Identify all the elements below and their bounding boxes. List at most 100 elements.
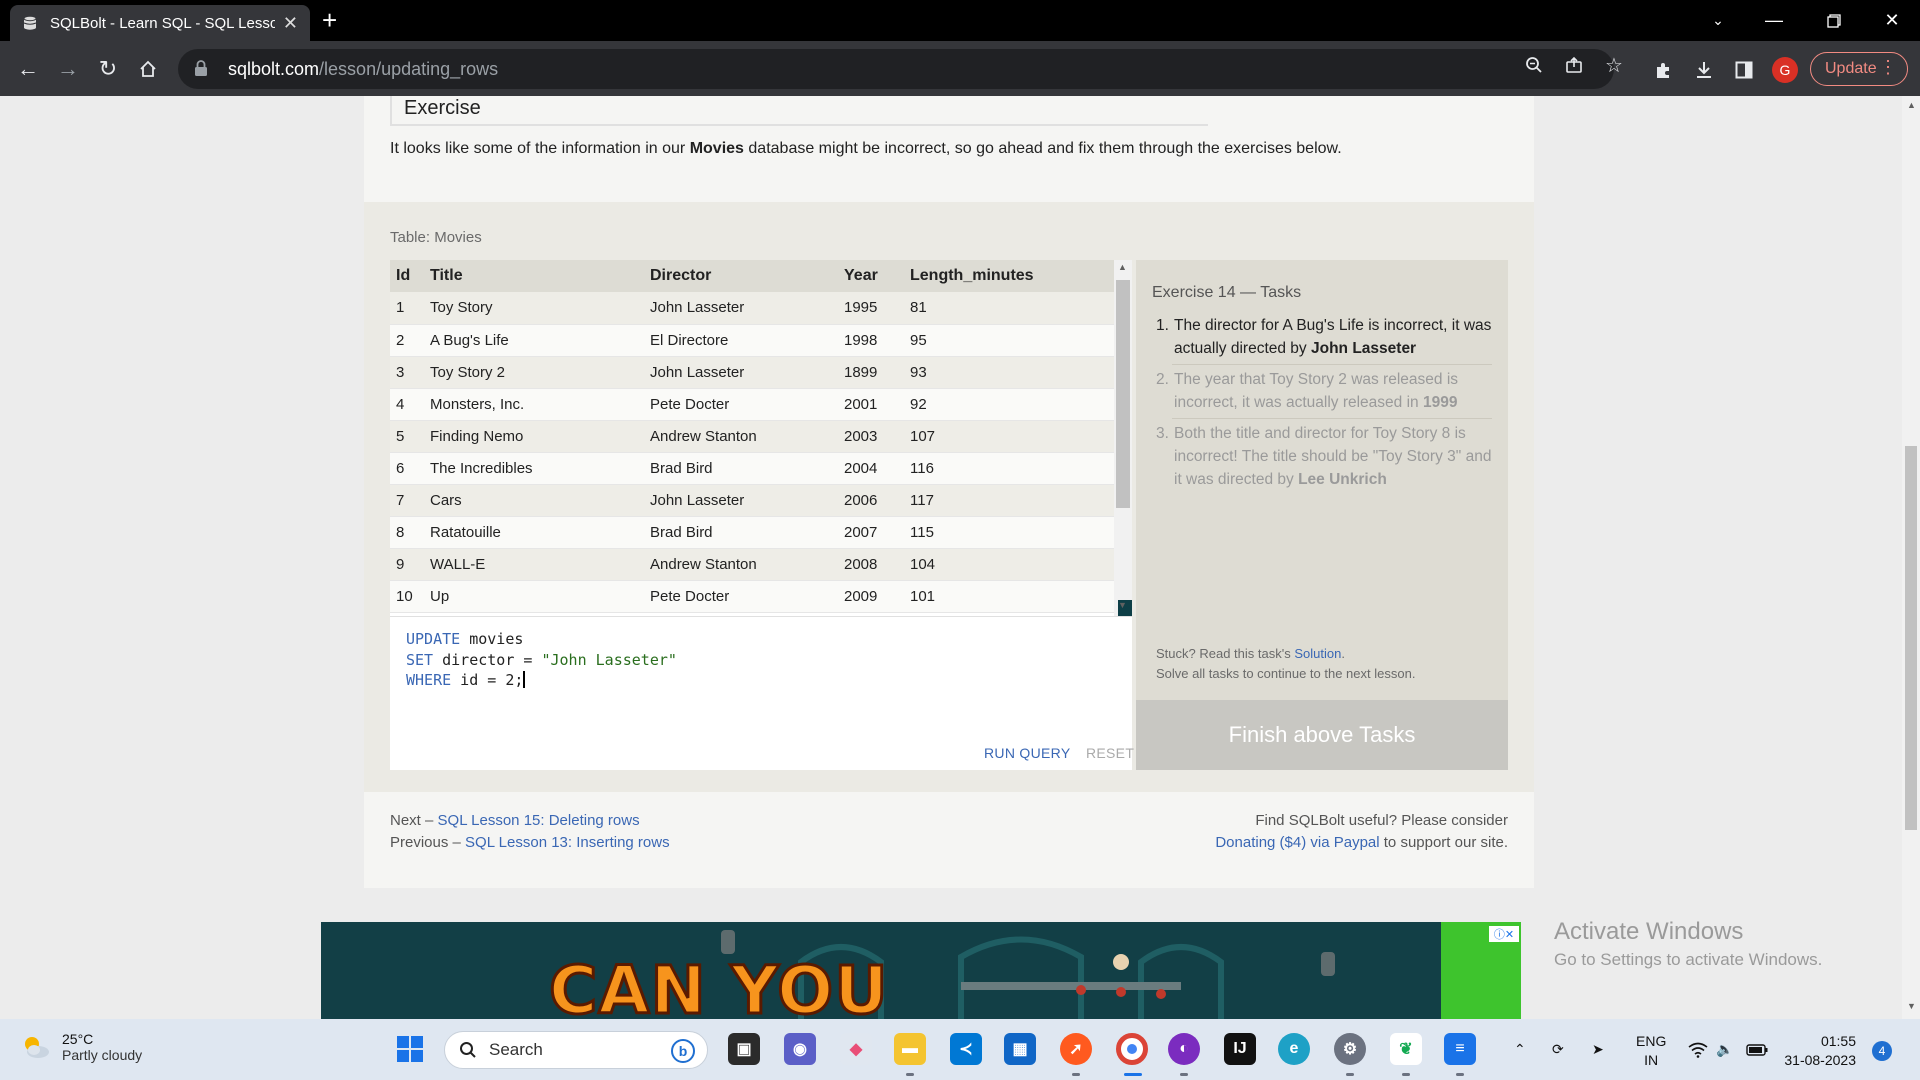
edge-icon[interactable]: e xyxy=(1278,1033,1310,1065)
stuck-hint: Stuck? Read this task's Solution. Solve … xyxy=(1156,644,1415,684)
page-scrollbar-thumb[interactable] xyxy=(1905,446,1917,830)
new-tab-icon[interactable]: + xyxy=(322,6,337,34)
battery-icon[interactable] xyxy=(1746,1019,1768,1080)
scroll-down-arrow-icon[interactable]: ▼ xyxy=(1118,600,1132,616)
table-row: 6 The Incredibles Brad Bird 2004 116 xyxy=(390,452,1114,485)
bing-icon[interactable]: b xyxy=(671,1039,695,1063)
activate-title: Activate Windows xyxy=(1554,918,1744,945)
table-row: 1 Toy Story John Lasseter 1995 81 xyxy=(390,292,1114,325)
sync-icon[interactable]: ⟳ xyxy=(1552,1019,1564,1080)
page-scroll-down-icon[interactable]: ▼ xyxy=(1907,1001,1916,1011)
run-query-button[interactable]: RUN QUERY xyxy=(984,745,1070,761)
page-viewport: Exercise It looks like some of the infor… xyxy=(0,96,1902,1019)
table-cell: 2001 xyxy=(838,388,904,421)
gallery-app-icon[interactable]: ◆ xyxy=(840,1033,872,1065)
vscode-icon[interactable]: ≺ xyxy=(950,1033,982,1065)
sql-code[interactable]: UPDATE movies SET director = "John Lasse… xyxy=(406,629,677,691)
next-prefix: Next – xyxy=(390,812,438,829)
reset-button[interactable]: RESET xyxy=(1086,745,1134,761)
solution-link[interactable]: Solution xyxy=(1294,646,1341,661)
table-body: 1 Toy Story John Lasseter 1995 81 2 A Bug's Li… xyxy=(390,292,1114,613)
running-indicator xyxy=(906,1073,914,1076)
exercise-intro-section: Exercise It looks like some of the infor… xyxy=(364,96,1534,202)
running-indicator xyxy=(1346,1073,1354,1076)
notification-badge[interactable]: 4 xyxy=(1872,1041,1892,1061)
tab-close-icon[interactable]: ✕ xyxy=(283,13,298,34)
table-cell: 81 xyxy=(904,292,1114,325)
system-clock[interactable]: 01:55 31-08-2023 xyxy=(1782,1032,1856,1070)
zoom-icon[interactable] xyxy=(1520,51,1548,79)
close-window-icon[interactable]: ✕ xyxy=(1864,0,1920,41)
mongodb-icon[interactable]: ❦ xyxy=(1390,1033,1422,1065)
next-lesson-link[interactable]: SQL Lesson 15: Deleting rows xyxy=(438,812,640,829)
lock-icon[interactable] xyxy=(194,59,214,79)
running-indicator xyxy=(1180,1073,1188,1076)
chrome-icon[interactable] xyxy=(1116,1033,1148,1065)
column-header: Id xyxy=(390,260,424,292)
menu-dots-icon[interactable]: ⋮ xyxy=(1879,57,1897,78)
movies-table-container[interactable]: Id Title Director Year Length_minutes 1T… xyxy=(390,260,1132,616)
table-header-row: Id Title Director Year Length_minutes xyxy=(390,260,1114,292)
back-icon[interactable]: ← xyxy=(12,53,44,85)
language-indicator[interactable]: ENG IN xyxy=(1636,1032,1666,1070)
table-cell: 8 xyxy=(390,516,424,549)
profile-avatar[interactable]: G xyxy=(1772,57,1798,83)
scroll-up-arrow-icon[interactable]: ▲ xyxy=(1118,262,1127,272)
minimize-icon[interactable]: — xyxy=(1746,0,1802,41)
task-text: The director for A Bug's Life is incorre… xyxy=(1174,314,1496,360)
table-scrollbar-thumb[interactable] xyxy=(1116,280,1130,508)
tab-search-chevron-icon[interactable]: ⌄ xyxy=(1690,0,1746,41)
extensions-icon[interactable] xyxy=(1650,56,1678,84)
reload-icon[interactable]: ↻ xyxy=(92,53,124,85)
teams-chat-icon[interactable]: ◉ xyxy=(784,1033,816,1065)
sql-keyword: UPDATE xyxy=(406,630,461,648)
table-cell: 4 xyxy=(390,388,424,421)
previous-lesson-link[interactable]: SQL Lesson 13: Inserting rows xyxy=(465,834,670,851)
donate-link[interactable]: Donating ($4) via Paypal xyxy=(1215,834,1379,851)
table-scrollbar[interactable]: ▲ ▼ xyxy=(1114,260,1132,616)
bookmark-star-icon[interactable]: ☆ xyxy=(1600,51,1628,79)
table-row: 4 Monsters, Inc. Pete Docter 2001 92 xyxy=(390,388,1114,421)
file-explorer-icon[interactable]: ▬ xyxy=(894,1033,926,1065)
browser-tab[interactable]: SQLBolt - Learn SQL - SQL Lesso ✕ xyxy=(10,5,310,41)
table-row: 5 Finding Nemo Andrew Stanton 2003 107 xyxy=(390,420,1114,453)
side-panel-icon[interactable] xyxy=(1730,56,1758,84)
sql-query-editor[interactable]: UPDATE movies SET director = "John Lasse… xyxy=(390,616,1134,770)
location-icon[interactable]: ➤ xyxy=(1592,1019,1604,1080)
advertisement-banner[interactable]: CAN YOU ⓘ✕ xyxy=(321,922,1521,1019)
table-cell: 2006 xyxy=(838,484,904,517)
github-desktop-icon[interactable]: ◐ xyxy=(1168,1033,1200,1065)
weather-widget[interactable]: 25°C Partly cloudy xyxy=(20,1031,142,1063)
tray-overflow-icon[interactable]: ⌃ xyxy=(1514,1019,1526,1080)
sqlbolt-favicon-icon xyxy=(22,15,38,31)
windows-start-icon[interactable] xyxy=(394,1033,426,1065)
restore-icon[interactable] xyxy=(1806,0,1862,41)
volume-icon[interactable]: 🔈 xyxy=(1716,1019,1733,1080)
intellij-icon[interactable]: IJ xyxy=(1224,1033,1256,1065)
task-text: Both the title and director for Toy Stor… xyxy=(1174,422,1496,491)
settings-icon[interactable]: ⚙ xyxy=(1334,1033,1366,1065)
table-cell: John Lasseter xyxy=(644,292,838,325)
notepad-icon[interactable]: ≡ xyxy=(1444,1033,1476,1065)
wifi-icon[interactable] xyxy=(1688,1019,1708,1080)
table-cell: 101 xyxy=(904,580,1114,613)
table-cell: 7 xyxy=(390,484,424,517)
task-number: 1. xyxy=(1156,317,1169,334)
postman-icon[interactable]: ➚ xyxy=(1060,1033,1092,1065)
task-view-icon[interactable]: ▣ xyxy=(728,1033,760,1065)
ad-close-icon[interactable]: ⓘ✕ xyxy=(1489,926,1519,942)
taskbar-search[interactable]: Search b xyxy=(444,1031,708,1069)
table-cell: 1 xyxy=(390,292,424,325)
table-cell: 3 xyxy=(390,356,424,389)
page-scrollbar[interactable]: ▲ ▼ xyxy=(1902,96,1920,1019)
finish-tasks-button[interactable]: Finish above Tasks xyxy=(1136,700,1508,770)
home-icon[interactable] xyxy=(132,53,164,85)
share-icon[interactable] xyxy=(1560,51,1588,79)
address-bar[interactable]: sqlbolt.com/lesson/updating_rows xyxy=(178,49,1614,89)
forward-icon[interactable]: → xyxy=(52,53,84,85)
column-header: Director xyxy=(644,260,838,292)
download-icon[interactable] xyxy=(1690,56,1718,84)
page-scroll-up-icon[interactable]: ▲ xyxy=(1907,100,1916,110)
microsoft-store-icon[interactable]: ▦ xyxy=(1004,1033,1036,1065)
update-button[interactable]: Update ⋮ xyxy=(1810,52,1908,86)
